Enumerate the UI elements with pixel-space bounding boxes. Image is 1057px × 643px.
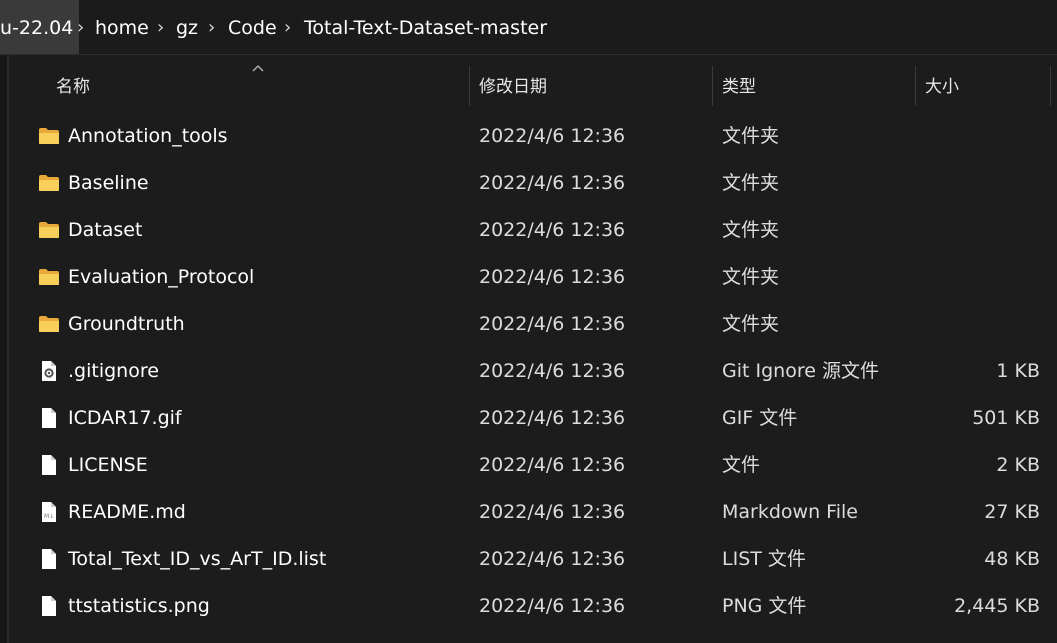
- column-header-type[interactable]: 类型: [722, 62, 912, 110]
- settings-file-icon: [38, 360, 60, 382]
- file-type: LIST 文件: [722, 548, 806, 570]
- file-type: 文件夹: [722, 313, 780, 335]
- file-modified-date: 2022/4/6 12:36: [479, 219, 626, 241]
- column-divider[interactable]: [1050, 66, 1051, 106]
- file-modified-date: 2022/4/6 12:36: [479, 501, 626, 523]
- pane-divider[interactable]: [7, 55, 9, 643]
- file-name[interactable]: ttstatistics.png: [68, 583, 210, 630]
- breadcrumb-item-root[interactable]: u-22.04: [0, 0, 80, 54]
- file-name[interactable]: ICDAR17.gif: [68, 395, 182, 442]
- file-type: PNG 文件: [722, 595, 807, 617]
- file-modified-date: 2022/4/6 12:36: [479, 172, 626, 194]
- chevron-right-icon[interactable]: ›: [77, 0, 84, 54]
- column-header-name[interactable]: 名称: [56, 62, 466, 110]
- folder-icon: [38, 125, 60, 147]
- column-divider[interactable]: [915, 66, 916, 106]
- file-name[interactable]: Evaluation_Protocol: [68, 254, 254, 301]
- file-name[interactable]: Groundtruth: [68, 301, 185, 348]
- file-type: 文件: [722, 454, 761, 476]
- file-modified-date: 2022/4/6 12:36: [479, 125, 626, 147]
- column-divider[interactable]: [712, 66, 713, 106]
- file-modified-date: 2022/4/6 12:36: [479, 360, 626, 382]
- file-type: 文件夹: [722, 219, 780, 241]
- file-modified-date: 2022/4/6 12:36: [479, 266, 626, 288]
- file-modified-date: 2022/4/6 12:36: [479, 407, 626, 429]
- file-icon: [38, 407, 60, 429]
- file-size: 2,445 KB: [954, 595, 1040, 617]
- navigation-pane-edge: [0, 55, 7, 643]
- file-row[interactable]: M↓ README.md 2022/4/6 12:36 Markdown File 27…: [30, 489, 1052, 536]
- file-row[interactable]: Groundtruth 2022/4/6 12:36 文件夹: [30, 301, 1052, 348]
- file-type: 文件夹: [722, 125, 780, 147]
- address-bar[interactable]: u-22.04 › home › gz › Code › Total-Text-…: [0, 0, 1057, 55]
- file-size: 1 KB: [996, 360, 1040, 382]
- file-name[interactable]: Dataset: [68, 207, 142, 254]
- file-name[interactable]: Total_Text_ID_vs_ArT_ID.list: [68, 536, 326, 583]
- file-row[interactable]: Baseline 2022/4/6 12:36 文件夹: [30, 160, 1052, 207]
- file-icon: [38, 548, 60, 570]
- breadcrumb-item-home[interactable]: home: [95, 0, 149, 54]
- file-size: 27 KB: [984, 501, 1040, 523]
- folder-icon: [38, 266, 60, 288]
- file-name[interactable]: LICENSE: [68, 442, 148, 489]
- folder-icon: [38, 313, 60, 335]
- file-size: 48 KB: [984, 548, 1040, 570]
- column-divider[interactable]: [469, 66, 470, 106]
- file-icon: [38, 454, 60, 476]
- file-type: Markdown File: [722, 501, 858, 523]
- chevron-right-icon[interactable]: ›: [208, 0, 215, 54]
- breadcrumb-item-current[interactable]: Total-Text-Dataset-master: [304, 0, 547, 54]
- file-type: 文件夹: [722, 172, 780, 194]
- file-row[interactable]: ICDAR17.gif 2022/4/6 12:36 GIF 文件 501 KB: [30, 395, 1052, 442]
- file-type: 文件夹: [722, 266, 780, 288]
- file-name[interactable]: .gitignore: [68, 348, 159, 395]
- file-row[interactable]: Evaluation_Protocol 2022/4/6 12:36 文件夹: [30, 254, 1052, 301]
- file-name[interactable]: Baseline: [68, 160, 149, 207]
- file-row[interactable]: Dataset 2022/4/6 12:36 文件夹: [30, 207, 1052, 254]
- file-row[interactable]: LICENSE 2022/4/6 12:36 文件 2 KB: [30, 442, 1052, 489]
- breadcrumb-item-gz[interactable]: gz: [176, 0, 198, 54]
- file-row[interactable]: Total_Text_ID_vs_ArT_ID.list 2022/4/6 12:…: [30, 536, 1052, 583]
- file-row[interactable]: Annotation_tools 2022/4/6 12:36 文件夹: [30, 113, 1052, 160]
- breadcrumb-item-code[interactable]: Code: [228, 0, 277, 54]
- column-header-date[interactable]: 修改日期: [479, 62, 709, 110]
- folder-icon: [38, 172, 60, 194]
- file-icon: [38, 595, 60, 617]
- chevron-right-icon[interactable]: ›: [284, 0, 291, 54]
- file-row[interactable]: .gitignore 2022/4/6 12:36 Git Ignore 源文件 1 …: [30, 348, 1052, 395]
- file-size: 2 KB: [996, 454, 1040, 476]
- file-row[interactable]: ttstatistics.png 2022/4/6 12:36 PNG 文件 2,44…: [30, 583, 1052, 630]
- markdown-file-icon: M↓: [38, 501, 60, 523]
- folder-icon: [38, 219, 60, 241]
- svg-text:M↓: M↓: [44, 513, 54, 520]
- file-name[interactable]: Annotation_tools: [68, 113, 228, 160]
- file-type: GIF 文件: [722, 407, 798, 429]
- file-modified-date: 2022/4/6 12:36: [479, 548, 626, 570]
- file-modified-date: 2022/4/6 12:36: [479, 595, 626, 617]
- file-name[interactable]: README.md: [68, 489, 186, 536]
- chevron-right-icon[interactable]: ›: [157, 0, 164, 54]
- file-modified-date: 2022/4/6 12:36: [479, 454, 626, 476]
- file-modified-date: 2022/4/6 12:36: [479, 313, 626, 335]
- file-size: 501 KB: [972, 407, 1040, 429]
- file-type: Git Ignore 源文件: [722, 360, 879, 382]
- column-header-size[interactable]: 大小: [925, 62, 1035, 110]
